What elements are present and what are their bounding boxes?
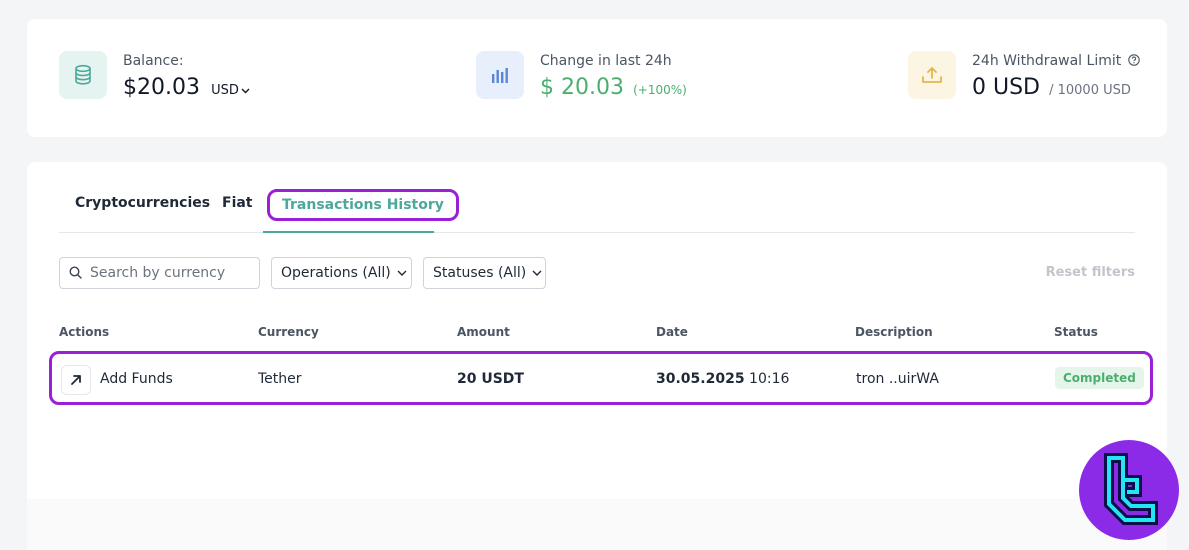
date-cell: 30.05.2025 10:16	[656, 371, 789, 387]
operations-dropdown-label: Operations (All)	[281, 265, 391, 281]
wallet-card: Cryptocurrencies Fiat Transactions Histo…	[27, 162, 1167, 499]
bar-chart-icon	[476, 51, 524, 99]
currency-label: USD	[211, 83, 239, 98]
operations-dropdown[interactable]: Operations (All)	[271, 257, 412, 289]
balance-value: $20.03	[123, 75, 200, 100]
statuses-dropdown-label: Statuses (All)	[433, 265, 527, 281]
withdrawal-limit-value: 0 USD	[972, 75, 1040, 100]
column-header-description: Description	[855, 325, 933, 339]
balance-label: Balance:	[123, 53, 184, 69]
action-label: Add Funds	[100, 371, 173, 387]
withdrawal-limit-max: / 10000 USD	[1049, 83, 1131, 98]
upload-icon	[908, 51, 956, 99]
time-value: 10:16	[749, 371, 790, 387]
table-row[interactable]: Add Funds Tether 20 USDT 30.05.2025 10:1…	[49, 351, 1153, 405]
column-header-amount: Amount	[457, 325, 510, 339]
search-input[interactable]	[90, 265, 250, 281]
tab-cryptocurrencies[interactable]: Cryptocurrencies	[75, 195, 210, 211]
active-tab-indicator	[263, 231, 434, 233]
chevron-down-icon	[532, 270, 542, 276]
chevron-down-icon	[397, 270, 407, 276]
currency-selector[interactable]: USD	[211, 83, 250, 98]
amount-cell: 20 USDT	[457, 371, 524, 387]
column-header-currency: Currency	[258, 325, 319, 339]
search-icon	[69, 264, 82, 283]
change-value-row: $ 20.03 (+100%)	[540, 75, 687, 100]
status-badge: Completed	[1055, 367, 1144, 389]
table-header: Actions Currency Amount Date Description…	[59, 325, 1135, 341]
page-footer-area	[27, 499, 1167, 550]
tab-bar: Cryptocurrencies Fiat Transactions Histo…	[59, 187, 1135, 233]
summary-card: Balance: $20.03 USD Change in last 24h $…	[27, 19, 1167, 137]
statuses-dropdown[interactable]: Statuses (All)	[423, 257, 546, 289]
column-header-actions: Actions	[59, 325, 110, 339]
help-icon[interactable]	[1126, 53, 1140, 69]
tab-fiat[interactable]: Fiat	[222, 195, 253, 211]
reset-filters-button[interactable]: Reset filters	[1046, 265, 1135, 280]
search-box	[59, 257, 260, 289]
withdrawal-limit-value-row: 0 USD / 10000 USD	[972, 75, 1131, 100]
chevron-down-icon	[239, 83, 250, 98]
balance-value-row: $20.03 USD	[123, 75, 250, 100]
change-label: Change in last 24h	[540, 53, 672, 69]
change-value: $ 20.03	[540, 75, 624, 100]
database-icon	[59, 51, 107, 99]
arrow-up-right-icon	[61, 365, 91, 395]
date-value: 30.05.2025	[656, 371, 745, 387]
withdrawal-limit-label: 24h Withdrawal Limit	[972, 53, 1140, 69]
currency-cell: Tether	[258, 371, 302, 387]
withdrawal-limit-label-text: 24h Withdrawal Limit	[972, 53, 1122, 69]
change-percent: (+100%)	[633, 83, 687, 97]
tab-transactions-history[interactable]: Transactions History	[267, 189, 459, 221]
filter-bar: Operations (All) Statuses (All) Reset fi…	[59, 257, 1135, 289]
column-header-date: Date	[656, 325, 688, 339]
brand-logo	[1079, 440, 1179, 540]
column-header-status: Status	[1054, 325, 1098, 339]
description-cell: tron ..uirWA	[856, 371, 939, 387]
